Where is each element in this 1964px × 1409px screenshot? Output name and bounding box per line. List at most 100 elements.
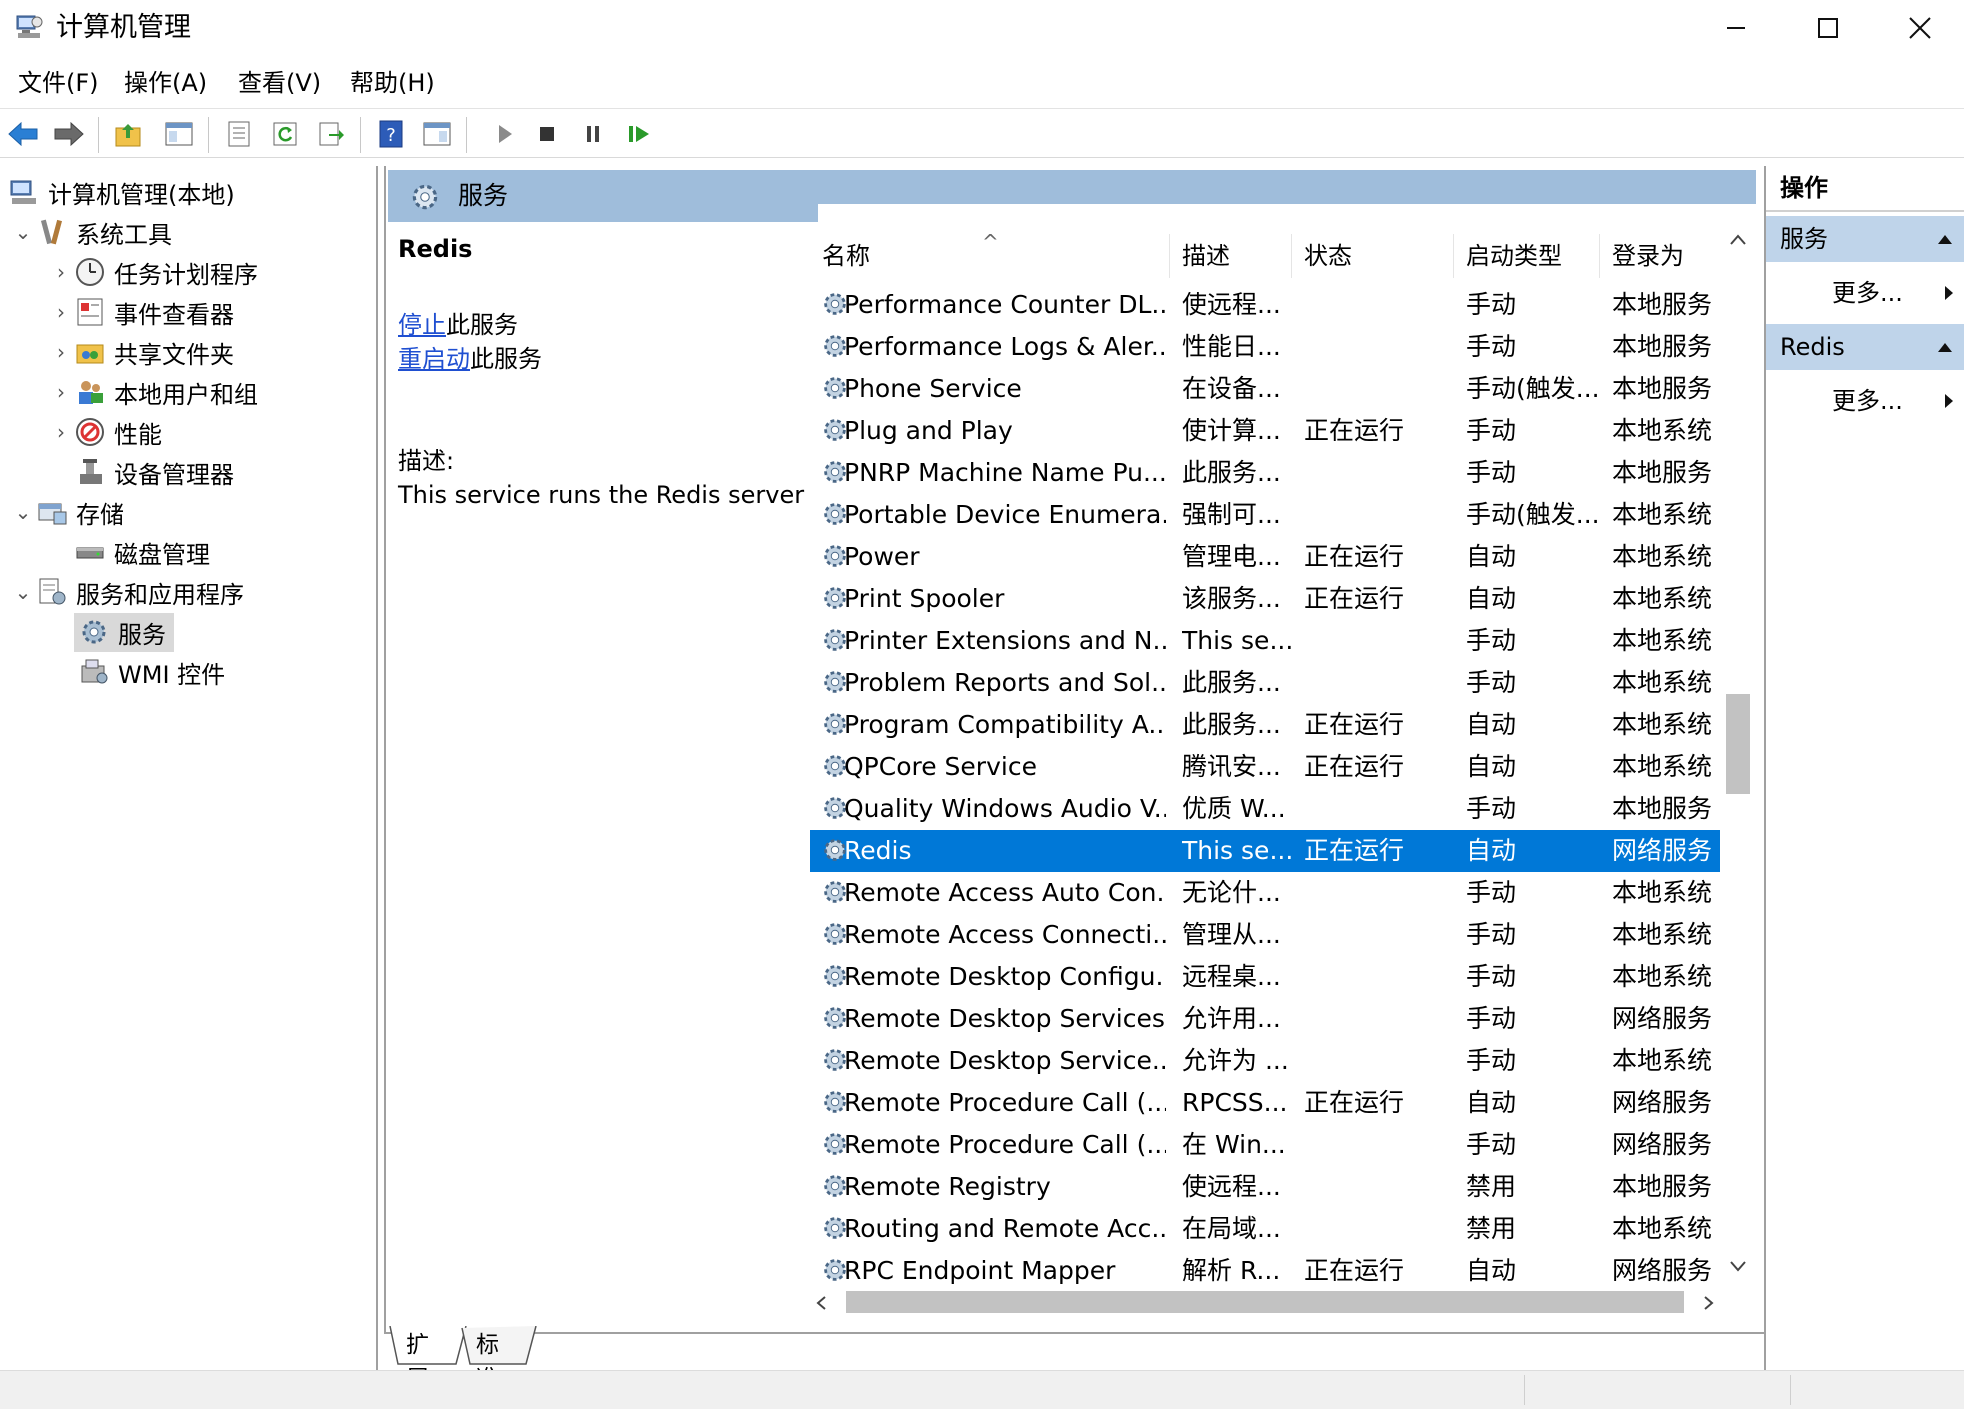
column-header-status[interactable]: 状态 [1292, 234, 1454, 278]
maximize-button[interactable] [1782, 0, 1874, 56]
menu-file[interactable]: 文件(F) [18, 66, 99, 100]
close-button[interactable] [1874, 0, 1964, 56]
actions-section-redis[interactable]: Redis [1766, 324, 1964, 370]
show-action-pane-button[interactable] [420, 117, 454, 151]
tree-item-local-users[interactable]: › 本地用户和组 [0, 372, 376, 412]
service-row[interactable]: Print Spooler 该服务... 正在运行 自动 本地系统 [810, 578, 1720, 620]
column-header-description[interactable]: 描述 [1170, 234, 1292, 278]
tree-item-shared-folders[interactable]: › 共享文件夹 [0, 332, 376, 372]
service-row[interactable]: Remote Access Connecti... 管理从... 手动 本地系统 [810, 914, 1720, 956]
cell-startup: 手动 [1466, 416, 1517, 445]
scroll-right-icon[interactable] [1700, 1294, 1716, 1312]
chevron-right-icon[interactable]: › [48, 420, 74, 444]
tree-item-system-tools[interactable]: ⌄ 系统工具 [0, 212, 376, 252]
column-header-name[interactable]: 名称 ^ [810, 230, 1170, 278]
start-service-button[interactable] [488, 117, 522, 151]
service-row[interactable]: Quality Windows Audio V... 优质 W... 手动 本地服务 [810, 788, 1720, 830]
service-row[interactable]: Printer Extensions and N... This se... 手动 本… [810, 620, 1720, 662]
service-row[interactable]: Remote Procedure Call (... RPCSS... 正在运行 自动… [810, 1082, 1720, 1124]
chevron-right-icon[interactable]: › [48, 260, 74, 284]
cell-logon: 本地系统 [1612, 920, 1713, 949]
tree-item-device-manager[interactable]: 设备管理器 [0, 452, 376, 492]
back-button[interactable] [6, 117, 40, 151]
show-hide-tree-button[interactable] [162, 117, 196, 151]
close-icon [1909, 17, 1931, 39]
actions-more-redis[interactable]: 更多... [1766, 370, 1964, 432]
restart-service-link[interactable]: 重启动 [398, 345, 470, 373]
collapse-up-icon[interactable] [1936, 232, 1954, 246]
properties-button[interactable] [222, 117, 256, 151]
cell-status [1304, 998, 1452, 1040]
tree-item-services[interactable]: 服务 [0, 612, 376, 652]
cell-desc: 在设备... [1182, 374, 1281, 403]
restart-service-button[interactable] [622, 117, 656, 151]
up-level-button[interactable] [112, 117, 146, 151]
service-row[interactable]: Remote Procedure Call (... 在 Win... 手动 网络服务 [810, 1124, 1720, 1166]
service-row[interactable]: Routing and Remote Acc... 在局域... 禁用 本地系统 [810, 1208, 1720, 1250]
minimize-button[interactable] [1690, 0, 1782, 56]
service-row[interactable]: PNRP Machine Name Pu... 此服务... 手动 本地服务 [810, 452, 1720, 494]
tree-item-performance[interactable]: › 性能 [0, 412, 376, 452]
scroll-up-icon[interactable] [1728, 232, 1748, 248]
scroll-down-icon[interactable] [1728, 1258, 1748, 1274]
scroll-left-icon[interactable] [814, 1294, 830, 1312]
service-row[interactable]: Plug and Play 使计算... 正在运行 手动 本地系统 [810, 410, 1720, 452]
event-viewer-icon [77, 298, 103, 326]
column-header-startup-type[interactable]: 启动类型 [1454, 234, 1600, 278]
service-row[interactable]: Redis This se... 正在运行 自动 网络服务 [810, 830, 1720, 872]
shared-folder-icon [76, 344, 104, 364]
service-row[interactable]: Performance Counter DL... 使远程... 手动 本地服务 [810, 284, 1720, 326]
menu-view[interactable]: 查看(V) [238, 66, 321, 100]
tree-item-event-viewer[interactable]: › 事件查看器 [0, 292, 376, 332]
column-header-logon[interactable]: 登录为 [1600, 234, 1720, 278]
export-list-button[interactable] [314, 117, 348, 151]
service-row[interactable]: Portable Device Enumera... 强制可... 手动(触发...… [810, 494, 1720, 536]
service-row[interactable]: QPCore Service 腾讯安... 正在运行 自动 本地系统 [810, 746, 1720, 788]
service-row[interactable]: Remote Registry 使远程... 禁用 本地服务 [810, 1166, 1720, 1208]
menu-help[interactable]: 帮助(H) [350, 66, 435, 100]
tree-item-task-scheduler[interactable]: › 任务计划程序 [0, 252, 376, 292]
tree-root[interactable]: 计算机管理(本地) [0, 172, 376, 212]
actions-section-services[interactable]: 服务 [1766, 216, 1964, 262]
cell-status: 正在运行 [1304, 1256, 1405, 1285]
pause-service-button[interactable] [576, 117, 610, 151]
cell-name: Plug and Play [844, 416, 1013, 445]
service-row[interactable]: Phone Service 在设备... 手动(触发... 本地服务 [810, 368, 1720, 410]
horizontal-scroll-thumb[interactable] [846, 1291, 1684, 1313]
refresh-button[interactable] [268, 117, 302, 151]
chevron-right-icon[interactable]: › [48, 380, 74, 404]
service-row[interactable]: RPC Endpoint Mapper 解析 R... 正在运行 自动 网络服务 [810, 1250, 1720, 1292]
service-row[interactable]: Remote Desktop Services 允许用... 手动 网络服务 [810, 998, 1720, 1040]
cell-logon: 网络服务 [1612, 1088, 1713, 1117]
service-row[interactable]: Program Compatibility A... 此服务... 正在运行 自动 本地… [810, 704, 1720, 746]
chevron-right-icon[interactable]: › [48, 340, 74, 364]
service-row[interactable]: Problem Reports and Sol... 此服务... 手动 本地系统 [810, 662, 1720, 704]
menu-action[interactable]: 操作(A) [124, 66, 207, 100]
vertical-scroll-thumb[interactable] [1726, 694, 1750, 794]
cell-desc: 优质 W... [1182, 794, 1286, 823]
collapse-up-icon[interactable] [1936, 340, 1954, 354]
chevron-down-icon[interactable]: ⌄ [10, 500, 36, 524]
pause-icon [587, 126, 599, 142]
stop-service-button[interactable] [530, 117, 564, 151]
service-row[interactable]: Remote Access Auto Con... 无论什... 手动 本地系统 [810, 872, 1720, 914]
horizontal-scrollbar[interactable] [812, 1288, 1724, 1316]
stop-service-link[interactable]: 停止 [398, 311, 446, 339]
service-row[interactable]: Remote Desktop Service... 允许为 ... 手动 本地系统 [810, 1040, 1720, 1082]
service-row[interactable]: Performance Logs & Aler... 性能日... 手动 本地服务 [810, 326, 1720, 368]
tree-item-services-apps[interactable]: ⌄ 服务和应用程序 [0, 572, 376, 612]
actions-more-services[interactable]: 更多... [1766, 262, 1964, 324]
service-row[interactable]: Remote Desktop Configu... 远程桌... 手动 本地系统 [810, 956, 1720, 998]
chevron-right-icon[interactable]: › [48, 300, 74, 324]
cell-logon: 网络服务 [1612, 836, 1713, 865]
tree-item-disk-management[interactable]: 磁盘管理 [0, 532, 376, 572]
tree-item-storage[interactable]: ⌄ 存储 [0, 492, 376, 532]
help-button[interactable]: ? [374, 117, 408, 151]
menu-bar: 文件(F) 操作(A) 查看(V) 帮助(H) [0, 62, 1964, 106]
chevron-down-icon[interactable]: ⌄ [10, 580, 36, 604]
vertical-scrollbar[interactable] [1724, 222, 1752, 1282]
tree-item-wmi-control[interactable]: WMI 控件 [0, 652, 376, 692]
forward-button[interactable] [52, 117, 86, 151]
chevron-down-icon[interactable]: ⌄ [10, 220, 36, 244]
service-row[interactable]: Power 管理电... 正在运行 自动 本地系统 [810, 536, 1720, 578]
